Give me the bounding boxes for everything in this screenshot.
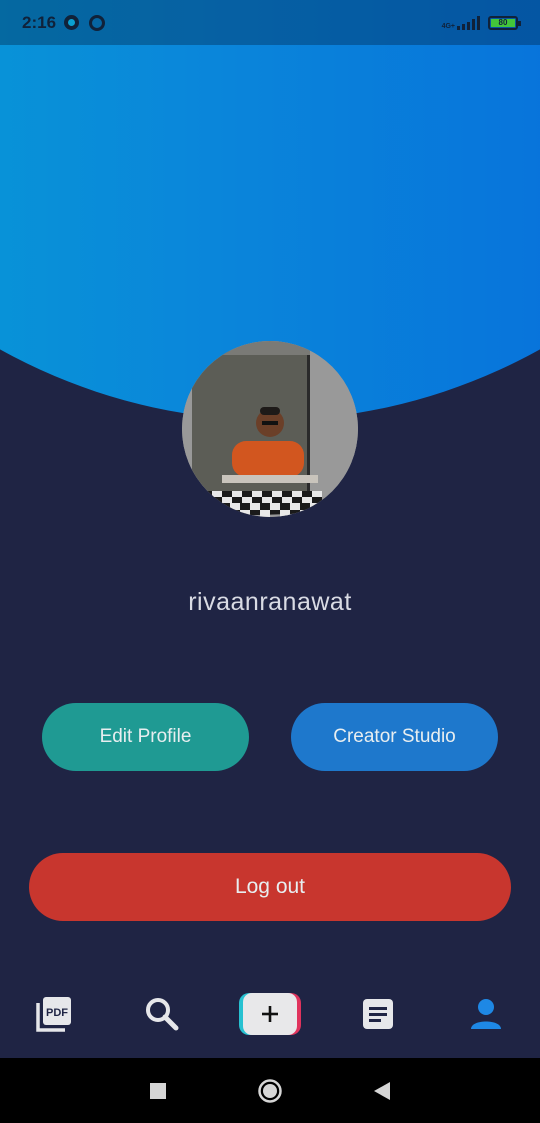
add-button-face: [243, 993, 297, 1035]
signal-icon: [457, 15, 480, 30]
username: rivaanranawat: [188, 588, 352, 616]
network-label: 4G+: [441, 22, 455, 30]
avatar-photo: [182, 341, 358, 517]
add-button[interactable]: [239, 993, 301, 1035]
circle-icon: [258, 1078, 282, 1103]
nav-documents[interactable]: [343, 984, 413, 1044]
home-button[interactable]: [214, 1058, 326, 1123]
profile-icon: [471, 999, 501, 1029]
nav-add[interactable]: [235, 984, 305, 1044]
nav-profile[interactable]: [451, 984, 521, 1044]
logout-label: Log out: [234, 875, 306, 898]
status-right: 4G+ 80: [441, 15, 521, 30]
edit-profile-label: Edit Profile: [99, 726, 192, 747]
square-icon: [150, 1082, 166, 1099]
profile-screen: 2:16 4G+ 80 rivaanranawat Edit Profile C…: [0, 0, 540, 1123]
bottom-nav: PDF: [0, 970, 540, 1058]
document-icon: [363, 999, 393, 1029]
creator-studio-button[interactable]: Creator Studio: [291, 703, 498, 771]
status-time: 2:16: [22, 12, 57, 32]
pdf-icon: PDF: [36, 997, 71, 1032]
nav-search[interactable]: [127, 984, 197, 1044]
avatar[interactable]: [182, 341, 358, 517]
system-nav-bar: [0, 1058, 540, 1123]
recents-button[interactable]: [102, 1058, 214, 1123]
plus-icon: [262, 1006, 278, 1022]
notification-icon: [64, 15, 80, 30]
triangle-back-icon: [374, 1081, 390, 1100]
nav-pdf[interactable]: PDF: [19, 984, 89, 1044]
battery-icon: 80: [488, 15, 521, 30]
svg-text:PDF: PDF: [46, 1007, 68, 1019]
network-indicator: 4G+: [441, 15, 480, 30]
status-bar: 2:16 4G+ 80: [0, 0, 540, 45]
creator-studio-label: Creator Studio: [333, 726, 456, 747]
sync-icon: [89, 14, 106, 31]
back-button[interactable]: [326, 1058, 438, 1123]
search-icon: [146, 998, 179, 1031]
logout-button[interactable]: Log out: [29, 853, 511, 921]
edit-profile-button[interactable]: Edit Profile: [42, 703, 249, 771]
battery-level: 80: [491, 18, 515, 27]
